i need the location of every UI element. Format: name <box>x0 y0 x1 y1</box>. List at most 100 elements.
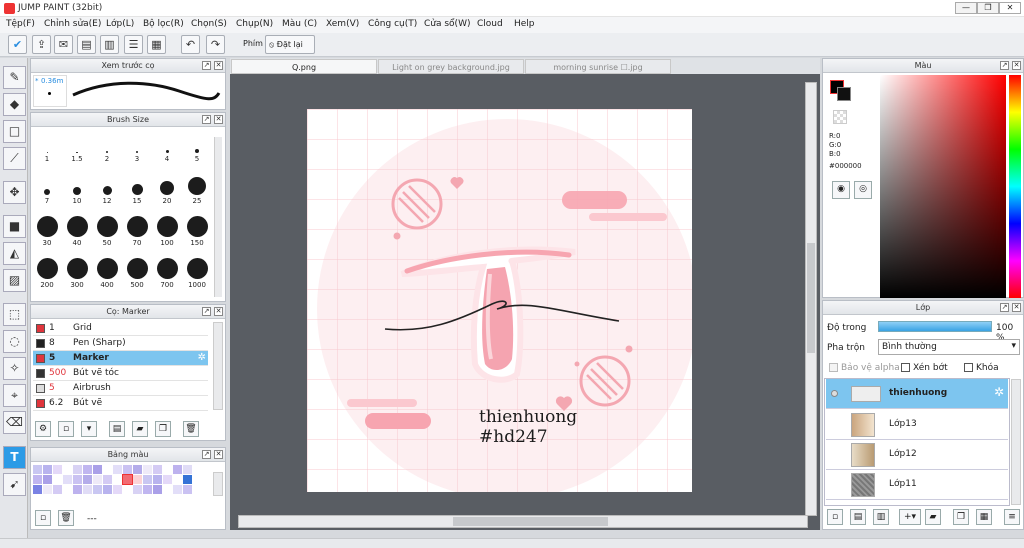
picker-palette-icon[interactable]: ◎ <box>854 181 872 199</box>
brush-settings-icon[interactable]: ⚙ <box>35 421 51 437</box>
bucket-tool-icon[interactable]: ◭ <box>3 242 26 265</box>
brush-tool-icon[interactable]: ✎ <box>3 66 26 89</box>
palette-swatch[interactable] <box>73 475 82 484</box>
palette-swatch[interactable] <box>83 475 92 484</box>
palette-swatch[interactable] <box>43 475 52 484</box>
brush-size-option[interactable]: 25 <box>182 173 212 205</box>
brush-size-option[interactable]: 300 <box>62 257 92 289</box>
scroll-thumb[interactable] <box>807 243 815 353</box>
brush-size-option[interactable]: 1000 <box>182 257 212 289</box>
new-brush-icon[interactable]: ▫ <box>58 421 74 437</box>
layer-row[interactable]: Lớp12 <box>826 440 1008 470</box>
scrollbar[interactable] <box>214 137 222 297</box>
palette-swatch[interactable] <box>63 485 72 494</box>
tab-q-png[interactable]: Q.png <box>231 59 377 74</box>
hue-slider[interactable] <box>1009 75 1021 298</box>
restore-button[interactable]: ❐ <box>977 2 999 14</box>
new-layer-icon[interactable]: ▫ <box>827 509 843 525</box>
palette-swatch[interactable] <box>73 485 82 494</box>
brush-size-option[interactable]: 12 <box>92 173 122 205</box>
palette-swatch[interactable] <box>123 485 132 494</box>
brush-item-pencil[interactable]: 6.2 Bút vẽ <box>33 396 208 411</box>
horizontal-scrollbar[interactable] <box>238 515 808 528</box>
palette-swatch[interactable] <box>113 485 122 494</box>
folder-icon[interactable]: ▰ <box>132 421 148 437</box>
document-icon[interactable]: ▥ <box>100 35 119 54</box>
select-rect-tool-icon[interactable]: ⬚ <box>3 303 26 326</box>
close-icon[interactable]: ✕ <box>214 115 223 124</box>
clip-checkbox[interactable] <box>901 363 910 372</box>
palette-swatch[interactable] <box>33 475 42 484</box>
palette-swatch[interactable] <box>113 465 122 474</box>
trash-icon[interactable]: 🗑 <box>183 421 199 437</box>
palette-swatch[interactable] <box>133 465 142 474</box>
palette-swatch[interactable] <box>153 475 162 484</box>
undo-icon[interactable]: ↶ <box>181 35 200 54</box>
menu-window[interactable]: Cửa sổ(W) <box>424 19 470 29</box>
copy-brush-icon[interactable]: ▤ <box>109 421 125 437</box>
share-icon[interactable]: ⇪ <box>32 35 51 54</box>
duplicate-icon[interactable]: ❐ <box>155 421 171 437</box>
comment-icon[interactable]: ✉ <box>54 35 73 54</box>
palette-swatch[interactable] <box>163 485 172 494</box>
brush-size-option[interactable]: 100 <box>152 215 182 247</box>
palette-swatch[interactable] <box>183 465 192 474</box>
palette-swatch[interactable] <box>83 465 92 474</box>
menu-edit[interactable]: Chỉnh sửa(E) <box>44 19 101 29</box>
scroll-thumb[interactable] <box>453 517 608 526</box>
palette-swatch[interactable] <box>103 465 112 474</box>
eraser-tool-icon[interactable]: ◆ <box>3 93 26 116</box>
brush-item-marker[interactable]: 5 Marker ✲ <box>33 351 208 366</box>
palette-swatch[interactable] <box>113 475 122 484</box>
vertical-scrollbar[interactable] <box>805 82 817 516</box>
saturation-value-field[interactable] <box>880 75 1006 298</box>
rectangle-tool-icon[interactable]: □ <box>3 120 26 143</box>
brush-size-option[interactable]: 700 <box>152 257 182 289</box>
palette-swatch[interactable] <box>93 465 102 474</box>
brush-item-airbrush[interactable]: 5 Airbrush <box>33 381 208 396</box>
check-icon[interactable]: ✔ <box>8 35 27 54</box>
brush-size-option[interactable]: 15 <box>122 173 152 205</box>
list-icon[interactable]: ☰ <box>124 35 143 54</box>
float-icon[interactable]: ↗ <box>1000 303 1009 312</box>
brush-size-option[interactable]: 3 <box>122 131 152 163</box>
brush-size-option[interactable]: 200 <box>32 257 62 289</box>
brush-size-option[interactable]: 50 <box>92 215 122 247</box>
float-icon[interactable]: ↗ <box>202 450 211 459</box>
gear-icon[interactable]: ✲ <box>198 352 206 363</box>
palette-swatch[interactable] <box>33 465 42 474</box>
menu-view[interactable]: Xem(V) <box>326 19 359 29</box>
palette-swatch[interactable] <box>83 485 92 494</box>
reset-button[interactable]: ⦸ Đặt lại <box>265 35 315 54</box>
new-layer-8bit-icon[interactable]: ▤ <box>850 509 866 525</box>
gear-icon[interactable]: ✲ <box>994 385 1004 399</box>
brush-size-option[interactable]: 1 <box>32 131 62 163</box>
fill-rect-tool-icon[interactable]: ■ <box>3 215 26 238</box>
brush-size-option[interactable]: 20 <box>152 173 182 205</box>
scrollbar[interactable] <box>1011 379 1021 505</box>
brush-size-option[interactable]: 500 <box>122 257 152 289</box>
trash-icon[interactable]: 🗑 <box>58 510 74 526</box>
menu-file[interactable]: Tệp(F) <box>6 19 35 29</box>
palette-swatch[interactable] <box>103 475 112 484</box>
select-eraser-tool-icon[interactable]: ⌫ <box>3 411 26 434</box>
operation-tool-icon[interactable]: ➹ <box>3 473 26 496</box>
move-tool-icon[interactable]: ✥ <box>3 181 26 204</box>
palette-swatch[interactable] <box>93 485 102 494</box>
brush-size-option[interactable]: 400 <box>92 257 122 289</box>
lasso-tool-icon[interactable]: ◌ <box>3 330 26 353</box>
float-icon[interactable]: ↗ <box>202 115 211 124</box>
text-tool-icon[interactable]: T <box>3 446 26 469</box>
palette-swatch[interactable] <box>153 465 162 474</box>
close-icon[interactable]: ✕ <box>1012 303 1021 312</box>
float-icon[interactable]: ↗ <box>202 61 211 70</box>
palette-swatch[interactable] <box>173 475 182 484</box>
opacity-slider[interactable] <box>878 321 992 332</box>
brush-size-option[interactable]: 1.5 <box>62 131 92 163</box>
add-layer-menu-icon[interactable]: +▾ <box>899 509 921 525</box>
menu-tools[interactable]: Công cụ(T) <box>368 19 417 29</box>
line-tool-icon[interactable]: ⟋ <box>3 147 26 170</box>
palette-icon[interactable]: ◉ <box>832 181 850 199</box>
menu-help[interactable]: Help <box>514 19 535 29</box>
palette-swatch[interactable] <box>163 475 172 484</box>
